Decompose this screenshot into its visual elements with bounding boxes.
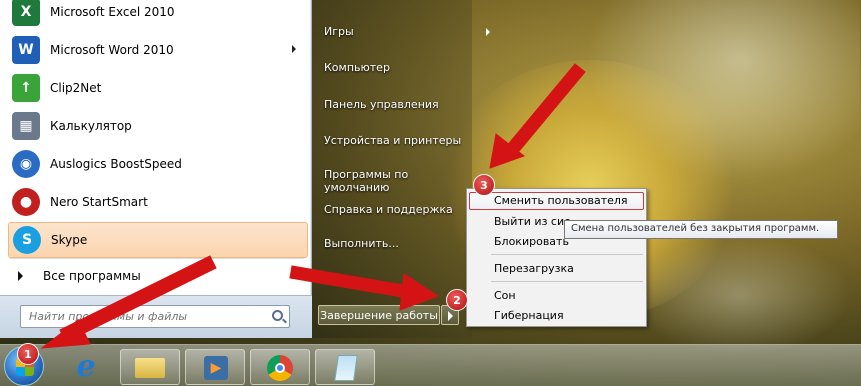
annotation-arrows xyxy=(40,63,586,349)
step-badge-1: 1 xyxy=(17,343,39,365)
arrowhead-shutdown xyxy=(399,273,440,311)
step-badge-2: 2 xyxy=(446,289,468,311)
step-badge-3: 3 xyxy=(473,174,495,196)
arrow-to-switch-user xyxy=(504,63,586,157)
arrow-to-shutdown xyxy=(289,265,411,299)
arrow-to-start-button xyxy=(59,255,217,343)
